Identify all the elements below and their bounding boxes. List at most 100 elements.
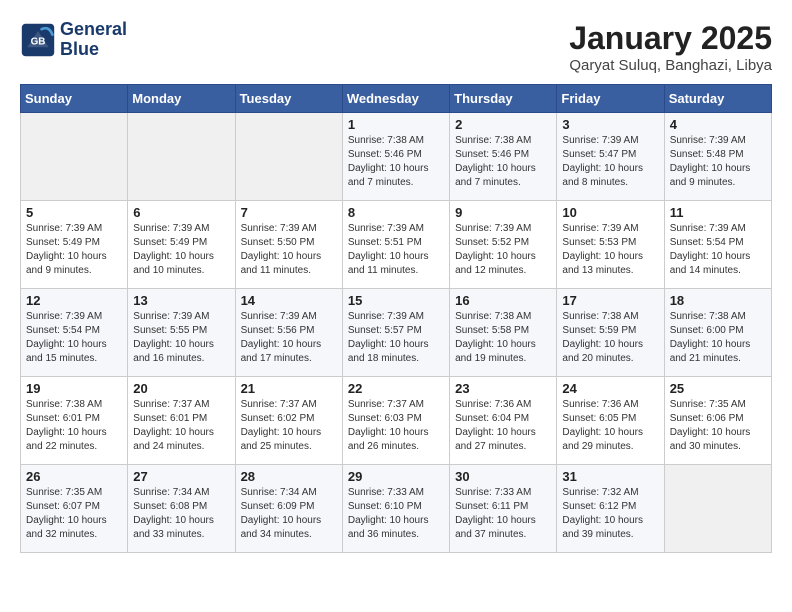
day-number: 14 (241, 293, 337, 308)
day-number: 3 (562, 117, 658, 132)
day-cell: 27 Sunrise: 7:34 AM Sunset: 6:08 PM Dayli… (128, 465, 235, 553)
day-number: 27 (133, 469, 229, 484)
day-cell: 8 Sunrise: 7:39 AM Sunset: 5:51 PM Daylig… (342, 201, 449, 289)
day-info: Sunrise: 7:38 AM Sunset: 6:00 PM Dayligh… (670, 310, 766, 366)
day-number: 8 (348, 205, 444, 220)
day-cell: 30 Sunrise: 7:33 AM Sunset: 6:11 PM Dayli… (450, 465, 557, 553)
day-cell (235, 113, 342, 201)
day-number: 15 (348, 293, 444, 308)
day-number: 28 (241, 469, 337, 484)
day-cell: 26Sunrise: 7:35 AM Sunset: 6:07 PM Dayli… (21, 465, 128, 553)
day-number: 26 (26, 469, 122, 484)
day-info: Sunrise: 7:39 AM Sunset: 5:57 PM Dayligh… (348, 310, 444, 366)
day-info: Sunrise: 7:32 AM Sunset: 6:12 PM Dayligh… (562, 486, 658, 542)
day-info: Sunrise: 7:38 AM Sunset: 5:58 PM Dayligh… (455, 310, 551, 366)
header-saturday: Saturday (664, 85, 771, 113)
header-thursday: Thursday (450, 85, 557, 113)
title-block: January 2025 Qaryat Suluq, Banghazi, Lib… (569, 20, 772, 74)
day-cell: 2 Sunrise: 7:38 AM Sunset: 5:46 PM Daylig… (450, 113, 557, 201)
page-header: GB General Blue January 2025 Qaryat Sulu… (20, 20, 772, 74)
day-number: 19 (26, 381, 122, 396)
day-number: 1 (348, 117, 444, 132)
week-row-4: 19Sunrise: 7:38 AM Sunset: 6:01 PM Dayli… (21, 377, 772, 465)
day-number: 23 (455, 381, 551, 396)
day-info: Sunrise: 7:39 AM Sunset: 5:56 PM Dayligh… (241, 310, 337, 366)
day-number: 6 (133, 205, 229, 220)
day-number: 7 (241, 205, 337, 220)
day-cell: 7Sunrise: 7:39 AM Sunset: 5:50 PM Daylig… (235, 201, 342, 289)
day-cell: 22 Sunrise: 7:37 AM Sunset: 6:03 PM Dayli… (342, 377, 449, 465)
day-number: 16 (455, 293, 551, 308)
logo-icon: GB (20, 22, 56, 58)
day-cell: 10Sunrise: 7:39 AM Sunset: 5:53 PM Dayli… (557, 201, 664, 289)
header-friday: Friday (557, 85, 664, 113)
day-number: 11 (670, 205, 766, 220)
day-number: 22 (348, 381, 444, 396)
week-row-3: 12Sunrise: 7:39 AM Sunset: 5:54 PM Dayli… (21, 289, 772, 377)
day-info: Sunrise: 7:35 AM Sunset: 6:06 PM Dayligh… (670, 398, 766, 454)
day-cell: 24 Sunrise: 7:36 AM Sunset: 6:05 PM Dayli… (557, 377, 664, 465)
day-cell: 14 Sunrise: 7:39 AM Sunset: 5:56 PM Dayli… (235, 289, 342, 377)
header-sunday: Sunday (21, 85, 128, 113)
day-cell: 9Sunrise: 7:39 AM Sunset: 5:52 PM Daylig… (450, 201, 557, 289)
day-cell: 13 Sunrise: 7:39 AM Sunset: 5:55 PM Dayli… (128, 289, 235, 377)
day-cell: 29 Sunrise: 7:33 AM Sunset: 6:10 PM Dayli… (342, 465, 449, 553)
day-number: 2 (455, 117, 551, 132)
day-info: Sunrise: 7:34 AM Sunset: 6:08 PM Dayligh… (133, 486, 229, 542)
day-number: 4 (670, 117, 766, 132)
day-cell: 31Sunrise: 7:32 AM Sunset: 6:12 PM Dayli… (557, 465, 664, 553)
calendar-header-row: SundayMondayTuesdayWednesdayThursdayFrid… (21, 85, 772, 113)
logo-name-line2: Blue (60, 39, 99, 59)
day-number: 18 (670, 293, 766, 308)
day-info: Sunrise: 7:36 AM Sunset: 6:05 PM Dayligh… (562, 398, 658, 454)
day-cell: 3 Sunrise: 7:39 AM Sunset: 5:47 PM Daylig… (557, 113, 664, 201)
day-cell: 16 Sunrise: 7:38 AM Sunset: 5:58 PM Dayli… (450, 289, 557, 377)
week-row-5: 26Sunrise: 7:35 AM Sunset: 6:07 PM Dayli… (21, 465, 772, 553)
day-cell (21, 113, 128, 201)
day-info: Sunrise: 7:34 AM Sunset: 6:09 PM Dayligh… (241, 486, 337, 542)
week-row-2: 5 Sunrise: 7:39 AM Sunset: 5:49 PM Daylig… (21, 201, 772, 289)
day-info: Sunrise: 7:39 AM Sunset: 5:51 PM Dayligh… (348, 222, 444, 278)
day-cell: 20Sunrise: 7:37 AM Sunset: 6:01 PM Dayli… (128, 377, 235, 465)
day-cell: 19Sunrise: 7:38 AM Sunset: 6:01 PM Dayli… (21, 377, 128, 465)
day-info: Sunrise: 7:39 AM Sunset: 5:53 PM Dayligh… (562, 222, 658, 278)
day-number: 17 (562, 293, 658, 308)
day-cell: 5Sunrise: 7:39 AM Sunset: 5:49 PM Daylig… (21, 201, 128, 289)
day-cell: 23 Sunrise: 7:36 AM Sunset: 6:04 PM Dayli… (450, 377, 557, 465)
day-info: Sunrise: 7:39 AM Sunset: 5:47 PM Dayligh… (562, 134, 658, 190)
day-info: Sunrise: 7:39 AM Sunset: 5:48 PM Dayligh… (670, 134, 766, 190)
logo: GB General Blue (20, 20, 127, 60)
day-info: Sunrise: 7:37 AM Sunset: 6:02 PM Dayligh… (241, 398, 337, 454)
day-cell: 11Sunrise: 7:39 AM Sunset: 5:54 PM Dayli… (664, 201, 771, 289)
calendar-subtitle: Qaryat Suluq, Banghazi, Libya (569, 57, 772, 74)
day-info: Sunrise: 7:36 AM Sunset: 6:04 PM Dayligh… (455, 398, 551, 454)
day-number: 13 (133, 293, 229, 308)
header-monday: Monday (128, 85, 235, 113)
day-info: Sunrise: 7:38 AM Sunset: 5:46 PM Dayligh… (348, 134, 444, 190)
day-number: 21 (241, 381, 337, 396)
day-info: Sunrise: 7:37 AM Sunset: 6:03 PM Dayligh… (348, 398, 444, 454)
day-number: 29 (348, 469, 444, 484)
day-number: 24 (562, 381, 658, 396)
day-info: Sunrise: 7:39 AM Sunset: 5:49 PM Dayligh… (133, 222, 229, 278)
day-info: Sunrise: 7:39 AM Sunset: 5:55 PM Dayligh… (133, 310, 229, 366)
day-cell: 4 Sunrise: 7:39 AM Sunset: 5:48 PM Daylig… (664, 113, 771, 201)
svg-text:GB: GB (31, 36, 46, 47)
day-info: Sunrise: 7:33 AM Sunset: 6:11 PM Dayligh… (455, 486, 551, 542)
day-cell: 25Sunrise: 7:35 AM Sunset: 6:06 PM Dayli… (664, 377, 771, 465)
day-number: 20 (133, 381, 229, 396)
day-cell: 12Sunrise: 7:39 AM Sunset: 5:54 PM Dayli… (21, 289, 128, 377)
day-number: 30 (455, 469, 551, 484)
calendar-table: SundayMondayTuesdayWednesdayThursdayFrid… (20, 84, 772, 553)
day-cell (128, 113, 235, 201)
day-cell: 1 Sunrise: 7:38 AM Sunset: 5:46 PM Daylig… (342, 113, 449, 201)
day-number: 5 (26, 205, 122, 220)
day-cell: 17Sunrise: 7:38 AM Sunset: 5:59 PM Dayli… (557, 289, 664, 377)
logo-name-line1: General (60, 19, 127, 39)
day-info: Sunrise: 7:33 AM Sunset: 6:10 PM Dayligh… (348, 486, 444, 542)
day-cell: 28 Sunrise: 7:34 AM Sunset: 6:09 PM Dayli… (235, 465, 342, 553)
week-row-1: 1 Sunrise: 7:38 AM Sunset: 5:46 PM Daylig… (21, 113, 772, 201)
day-info: Sunrise: 7:39 AM Sunset: 5:52 PM Dayligh… (455, 222, 551, 278)
logo-text: General Blue (60, 20, 127, 60)
day-info: Sunrise: 7:38 AM Sunset: 5:46 PM Dayligh… (455, 134, 551, 190)
